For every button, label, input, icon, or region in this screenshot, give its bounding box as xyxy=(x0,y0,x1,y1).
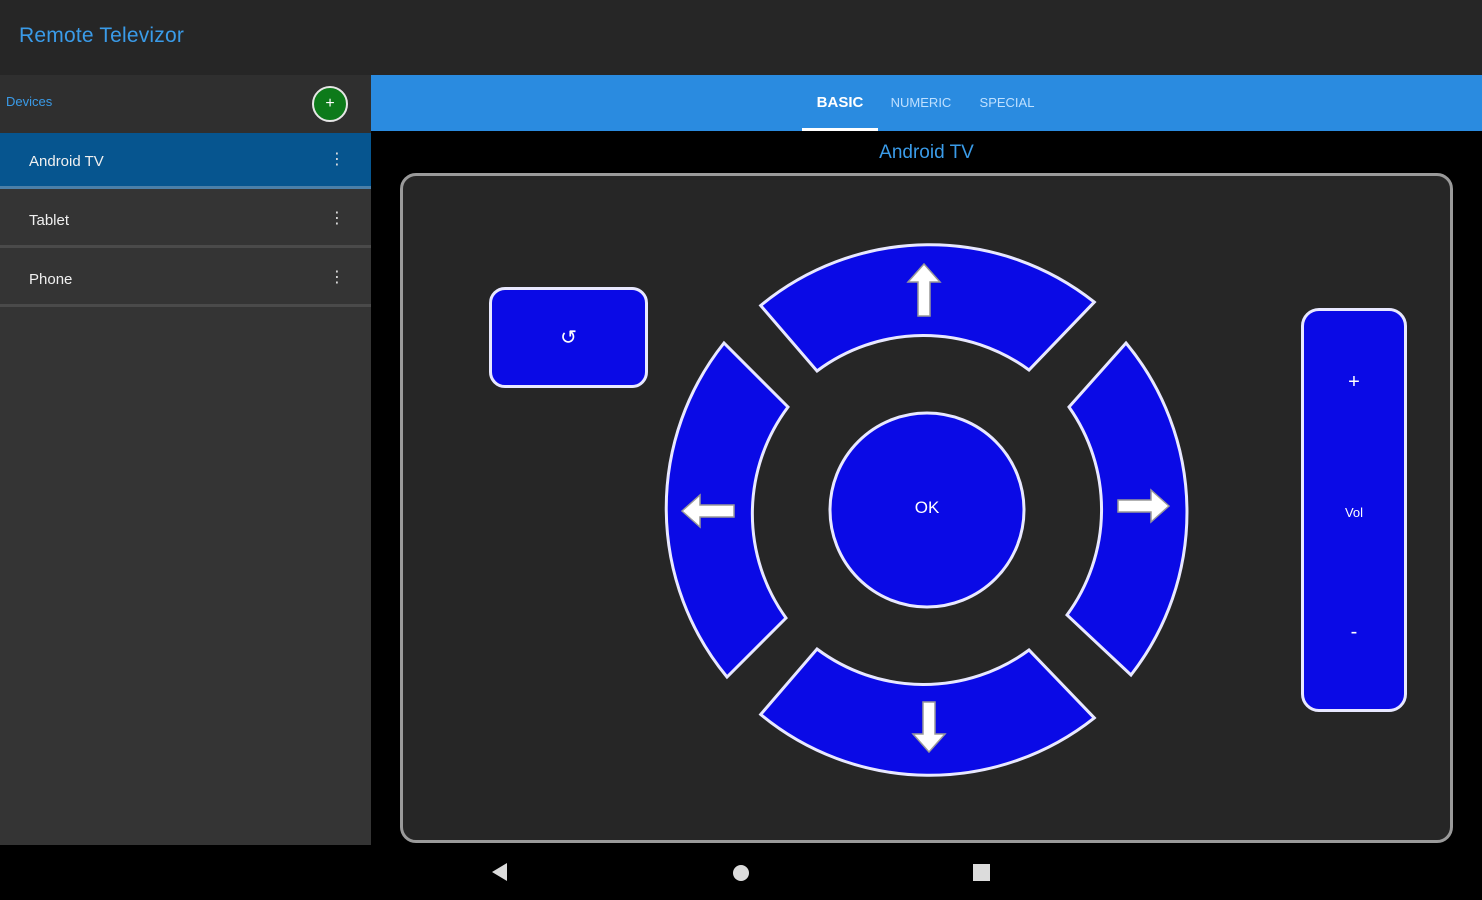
tab-bar: BASIC NUMERIC SPECIAL xyxy=(371,75,1482,131)
volume-label: Vol xyxy=(1344,505,1364,520)
dpad: OK xyxy=(650,230,1210,790)
app-title: Remote Televizor xyxy=(19,24,185,47)
plus-icon: + xyxy=(325,95,335,112)
device-label: Tablet xyxy=(29,212,70,229)
system-nav-bar xyxy=(0,845,1482,900)
device-label: Android TV xyxy=(29,153,104,170)
remote-device-name: Android TV xyxy=(879,142,974,163)
volume-control: + Vol - xyxy=(1301,308,1407,712)
device-item-phone[interactable]: Phone ⋮ xyxy=(0,251,371,307)
add-device-button[interactable]: + xyxy=(312,86,348,122)
tab-special[interactable]: SPECIAL xyxy=(969,95,1045,110)
more-vert-icon[interactable]: ⋮ xyxy=(328,208,346,230)
nav-back-icon[interactable] xyxy=(490,862,510,882)
tab-basic[interactable]: BASIC xyxy=(802,94,878,111)
nav-home-icon[interactable] xyxy=(731,863,751,883)
nav-recents-icon[interactable] xyxy=(972,863,992,883)
tab-indicator xyxy=(802,128,878,131)
volume-up-button[interactable]: + xyxy=(1304,371,1404,394)
devices-label: Devices xyxy=(6,94,53,109)
app-bar: Remote Televizor xyxy=(0,0,1482,75)
back-button[interactable]: ↺ xyxy=(489,287,648,388)
back-icon: ↺ xyxy=(560,327,577,349)
more-vert-icon[interactable]: ⋮ xyxy=(328,149,346,171)
device-sidebar: Devices + Android TV ⋮ Tablet ⋮ Phone ⋮ xyxy=(0,75,371,845)
sidebar-header: Devices + xyxy=(0,75,371,133)
tab-numeric[interactable]: NUMERIC xyxy=(883,95,959,110)
device-item-android-tv[interactable]: Android TV ⋮ xyxy=(0,133,371,189)
volume-down-button[interactable]: - xyxy=(1304,621,1404,644)
device-label: Phone xyxy=(29,271,73,288)
device-item-tablet[interactable]: Tablet ⋮ xyxy=(0,192,371,248)
ok-button[interactable] xyxy=(828,411,1026,609)
more-vert-icon[interactable]: ⋮ xyxy=(328,267,346,289)
